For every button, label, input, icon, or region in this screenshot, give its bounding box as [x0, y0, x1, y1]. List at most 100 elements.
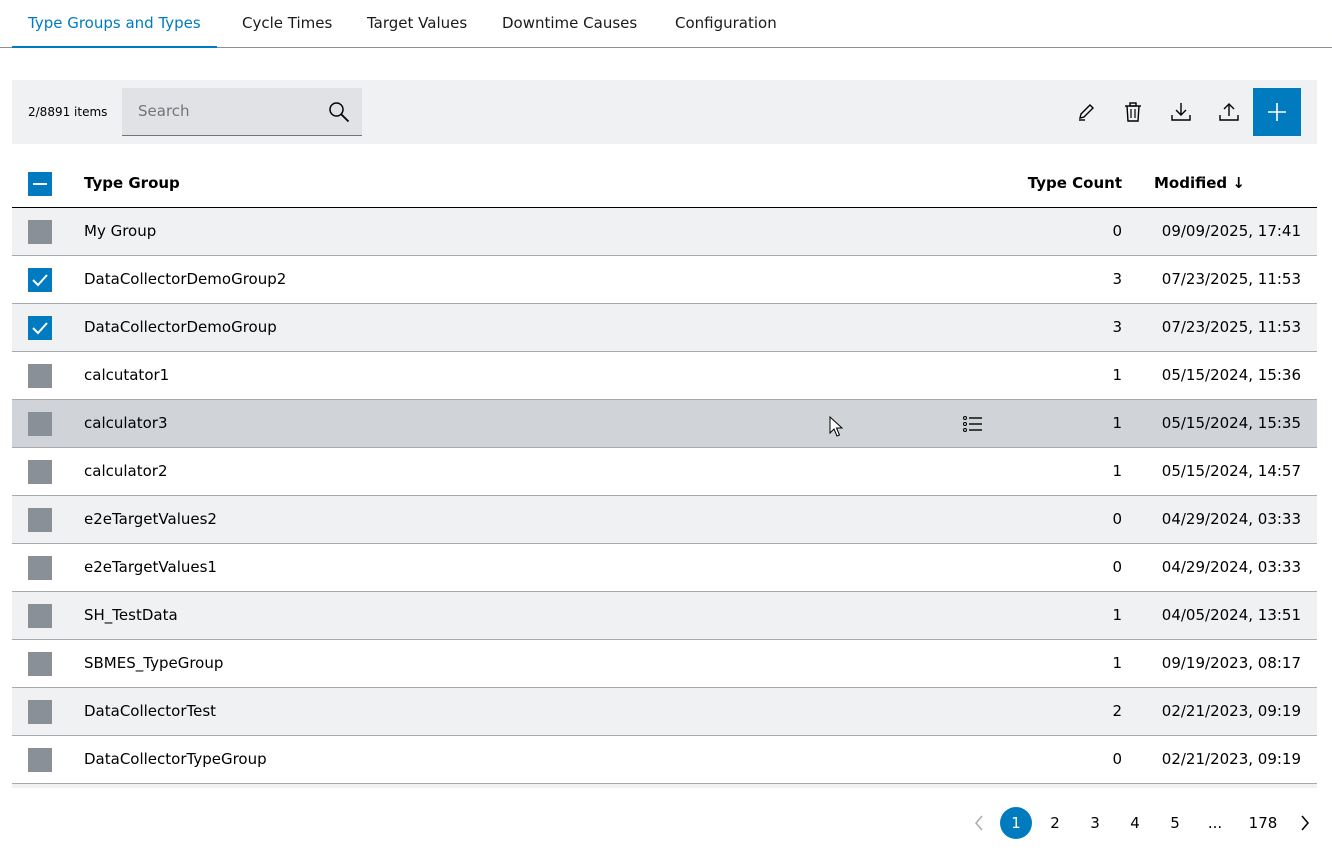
type-group-table: Type Group Type Count Modified ↓ My Grou…	[12, 160, 1317, 784]
search-input[interactable]	[122, 88, 338, 134]
table-row[interactable]: SBMES_TypeGroup 1 09/19/2023, 08:17	[12, 640, 1317, 688]
table-header: Type Group Type Count Modified ↓	[12, 160, 1317, 208]
delete-button[interactable]	[1117, 96, 1149, 128]
list-details-icon[interactable]	[962, 413, 984, 435]
modified-date: 04/05/2024, 13:51	[1161, 606, 1301, 624]
add-button[interactable]	[1253, 88, 1301, 136]
type-count: 0	[1112, 222, 1122, 240]
table-row[interactable]: SH_TestData 1 04/05/2024, 13:51	[12, 592, 1317, 640]
type-count: 1	[1112, 606, 1122, 624]
type-group-name: SBMES_TypeGroup	[84, 654, 224, 672]
search-icon[interactable]	[328, 101, 350, 123]
delete-icon	[1125, 102, 1141, 122]
row-checkbox[interactable]	[28, 748, 52, 772]
page-4-button[interactable]: 4	[1119, 807, 1151, 839]
column-header-type-group[interactable]: Type Group	[84, 160, 180, 207]
previous-page-button[interactable]	[967, 807, 991, 839]
row-checkbox[interactable]	[28, 412, 52, 436]
tab-configuration[interactable]: Configuration	[659, 0, 793, 47]
table-body: My Group 0 09/09/2025, 17:41 DataCollectorD…	[12, 208, 1317, 784]
chevron-left-icon	[975, 815, 983, 831]
type-count: 3	[1112, 270, 1122, 288]
modified-date: 05/15/2024, 15:36	[1161, 366, 1301, 384]
select-all-checkbox[interactable]	[28, 172, 52, 196]
column-header-modified[interactable]: Modified ↓	[1154, 160, 1245, 207]
table-row[interactable]: DataCollectorTest 2 02/21/2023, 09:19	[12, 688, 1317, 736]
table-row[interactable]: e2eTargetValues2 0 04/29/2024, 03:33	[12, 496, 1317, 544]
modified-date: 05/15/2024, 15:35	[1161, 414, 1301, 432]
chevron-right-icon	[1301, 815, 1309, 831]
row-checkbox[interactable]	[28, 604, 52, 628]
search-box	[122, 88, 362, 136]
type-group-name: e2eTargetValues2	[84, 510, 217, 528]
type-count: 1	[1112, 414, 1122, 432]
page-5-button[interactable]: 5	[1159, 807, 1191, 839]
type-group-name: DataCollectorTypeGroup	[84, 750, 267, 768]
add-icon	[1268, 103, 1286, 121]
table-row[interactable]: DataCollectorTypeGroup 0 02/21/2023, 09:19	[12, 736, 1317, 784]
type-group-name: My Group	[84, 222, 157, 240]
modified-date: 09/19/2023, 08:17	[1161, 654, 1301, 672]
row-checkbox[interactable]	[28, 652, 52, 676]
table-row[interactable]: e2eTargetValues1 0 04/29/2024, 03:33	[12, 544, 1317, 592]
row-checkbox[interactable]	[28, 268, 52, 292]
type-count: 1	[1112, 366, 1122, 384]
page-2-button[interactable]: 2	[1039, 807, 1071, 839]
table-row[interactable]: DataCollectorDemoGroup 3 07/23/2025, 11:53	[12, 304, 1317, 352]
type-count: 2	[1112, 702, 1122, 720]
tab-type-groups-and-types[interactable]: Type Groups and Types	[12, 0, 217, 48]
modified-date: 02/21/2023, 09:19	[1161, 702, 1301, 720]
pagination: 1 2 3 4 5... 178	[0, 807, 1332, 839]
table-toolbar: 2/8891 items	[12, 80, 1317, 144]
table-row[interactable]: DataCollectorDemoGroup2 3 07/23/2025, 11:5…	[12, 256, 1317, 304]
tab-bar: Type Groups and Types Cycle Times Target…	[0, 0, 1332, 48]
type-group-name: calculator3	[84, 414, 168, 432]
modified-date: 04/29/2024, 03:33	[1161, 558, 1301, 576]
table-scroll-shadow	[12, 784, 1317, 788]
item-count: 2/8891 items	[28, 105, 108, 119]
type-count: 3	[1112, 318, 1122, 336]
page-1-button[interactable]: 1	[1000, 807, 1032, 839]
checkmark-icon	[32, 322, 48, 335]
modified-date: 07/23/2025, 11:53	[1161, 318, 1301, 336]
row-checkbox[interactable]	[28, 460, 52, 484]
checkmark-icon	[32, 274, 48, 287]
download-icon	[1171, 103, 1191, 121]
row-checkbox[interactable]	[28, 556, 52, 580]
tab-downtime-causes[interactable]: Downtime Causes	[486, 0, 653, 47]
type-group-name: DataCollectorTest	[84, 702, 217, 720]
indeterminate-icon	[33, 183, 47, 185]
upload-icon	[1219, 103, 1239, 121]
type-group-name: DataCollectorDemoGroup	[84, 318, 277, 336]
type-count: 1	[1112, 462, 1122, 480]
edit-button[interactable]	[1070, 96, 1102, 128]
table-row[interactable]: calculator2 1 05/15/2024, 14:57	[12, 448, 1317, 496]
table-row[interactable]: calcutator1 1 05/15/2024, 15:36	[12, 352, 1317, 400]
modified-date: 05/15/2024, 14:57	[1161, 462, 1301, 480]
modified-date: 07/23/2025, 11:53	[1161, 270, 1301, 288]
modified-date: 02/21/2023, 09:19	[1161, 750, 1301, 768]
download-button[interactable]	[1165, 96, 1197, 128]
row-checkbox[interactable]	[28, 364, 52, 388]
column-header-type-count[interactable]: Type Count	[1028, 160, 1122, 207]
upload-button[interactable]	[1213, 96, 1245, 128]
modified-date: 04/29/2024, 03:33	[1161, 510, 1301, 528]
page-3-button[interactable]: 3	[1079, 807, 1111, 839]
edit-icon	[1079, 104, 1094, 121]
tab-cycle-times[interactable]: Cycle Times	[226, 0, 348, 47]
page-178-button[interactable]: 178	[1246, 807, 1280, 839]
table-row[interactable]: My Group 0 09/09/2025, 17:41	[12, 208, 1317, 256]
row-checkbox[interactable]	[28, 508, 52, 532]
row-checkbox[interactable]	[28, 700, 52, 724]
type-group-name: calculator2	[84, 462, 168, 480]
table-row[interactable]: calculator3 1 05/15/2024, 15:35	[12, 400, 1317, 448]
row-checkbox[interactable]	[28, 316, 52, 340]
type-group-name: SH_TestData	[84, 606, 178, 624]
type-group-name: calcutator1	[84, 366, 170, 384]
type-count: 0	[1112, 750, 1122, 768]
modified-date: 09/09/2025, 17:41	[1161, 222, 1301, 240]
next-page-button[interactable]	[1293, 807, 1317, 839]
row-checkbox[interactable]	[28, 220, 52, 244]
tab-target-values[interactable]: Target Values	[351, 0, 483, 47]
type-count: 0	[1112, 558, 1122, 576]
